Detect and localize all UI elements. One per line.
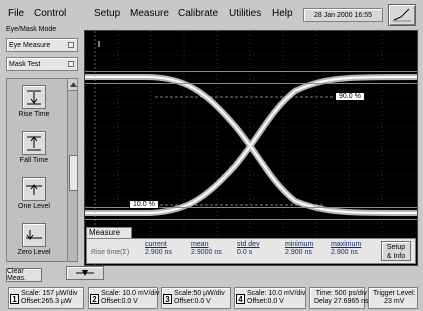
chevron-down-icon bbox=[68, 61, 74, 67]
zero-level-label: Zero Level bbox=[17, 249, 51, 256]
arrow-down-icon bbox=[76, 270, 94, 276]
channel-4-offset: Offset:0.0 V bbox=[247, 298, 284, 305]
channel-4-number: 4 bbox=[236, 294, 245, 304]
one-level-button[interactable]: One Level bbox=[9, 175, 59, 221]
trigger-label: Trigger Level: bbox=[373, 290, 416, 297]
scroll-arrow-button[interactable] bbox=[66, 266, 104, 280]
channel-2-scale: Scale: 10.0 mV/div bbox=[101, 290, 160, 297]
marker-90-percent: 90.0 % bbox=[335, 92, 365, 101]
toolbox-scrollbar[interactable] bbox=[67, 79, 77, 261]
menu-measure[interactable]: Measure bbox=[130, 8, 169, 19]
chevron-down-icon bbox=[68, 42, 74, 48]
value-mean: 2.9000 ns bbox=[191, 249, 222, 256]
date-time-display: 28 Jan 2000 16:55 bbox=[303, 8, 383, 22]
eye-mask-mode-label: Eye/Mask Mode bbox=[6, 26, 57, 33]
eye-measure-select[interactable]: Eye Measure bbox=[6, 38, 78, 52]
one-level-icon bbox=[22, 177, 46, 201]
mask-test-select-value: Mask Test bbox=[9, 60, 41, 68]
scroll-up-icon[interactable] bbox=[68, 79, 77, 91]
zero-level-button[interactable]: Zero Level bbox=[9, 221, 59, 261]
measurement-toolbox: Rise Time Fall Time One Level Zero Level bbox=[6, 78, 78, 262]
channel-3-offset: Offset:0.0 V bbox=[174, 298, 211, 305]
fall-time-label: Fall Time bbox=[19, 157, 49, 164]
waveform-display-button[interactable] bbox=[388, 4, 416, 26]
header-mean: mean bbox=[191, 241, 209, 248]
timebase-status[interactable]: Time: 500 ps/div Delay 27.6965 ns bbox=[309, 287, 369, 309]
channel-3-status[interactable]: 3 Scale:50 µW/div Offset:0.0 V bbox=[161, 287, 231, 309]
channel-1-status[interactable]: 1 Scale: 157 µW/div Offset:265.3 µW bbox=[8, 287, 84, 309]
clear-measurements-button[interactable]: Clear Meas. bbox=[6, 268, 42, 282]
rise-time-label: Rise Time bbox=[18, 111, 50, 118]
channel-4-status[interactable]: 4 Scale: 10.0 mV/div Offset:0.0 V bbox=[234, 287, 306, 309]
eye-measure-select-value: Eye Measure bbox=[9, 41, 51, 49]
waveform-icon bbox=[393, 8, 411, 22]
scrollbar-thumb[interactable] bbox=[69, 155, 77, 191]
trigger-status[interactable]: Trigger Level: 23 mV bbox=[368, 287, 418, 309]
waveform-display[interactable]: 90.0 % 10.0 % bbox=[84, 30, 418, 266]
rise-time-button[interactable]: Rise Time bbox=[9, 83, 59, 129]
measure-panel: Rise time(Σ) current mean std dev minimu… bbox=[86, 238, 416, 264]
measurement-name: Rise time(Σ) bbox=[91, 249, 130, 256]
value-std-dev: 0.0 s bbox=[237, 249, 253, 256]
marker-10-percent: 10.0 % bbox=[129, 200, 159, 209]
setup-info-line2: & Info bbox=[386, 253, 406, 260]
header-current: current bbox=[145, 241, 167, 248]
channel-1-scale: Scale: 157 µW/div bbox=[21, 290, 78, 297]
channel-2-status[interactable]: 2 Scale: 10.0 mV/div Offset:0.0 V bbox=[88, 287, 160, 309]
menu-bar: File Control Setup Measure Calibrate Uti… bbox=[0, 0, 423, 26]
channel-3-number: 3 bbox=[163, 294, 172, 304]
setup-info-button[interactable]: Setup & Info bbox=[381, 241, 411, 261]
zero-level-icon bbox=[22, 223, 46, 247]
fall-time-icon bbox=[22, 131, 46, 155]
timebase-delay: Delay 27.6965 ns bbox=[314, 298, 369, 305]
channel-1-offset: Offset:265.3 µW bbox=[21, 298, 72, 305]
timebase-scale: Time: 500 ps/div bbox=[315, 290, 367, 297]
menu-control[interactable]: Control bbox=[34, 8, 66, 19]
menu-utilities[interactable]: Utilities bbox=[229, 8, 261, 19]
header-maximum: maximum bbox=[331, 241, 362, 248]
header-std-dev: std dev bbox=[237, 241, 260, 248]
channel-3-scale: Scale:50 µW/div bbox=[174, 290, 225, 297]
channel-4-scale: Scale: 10.0 mV/div bbox=[247, 290, 306, 297]
setup-info-line1: Setup bbox=[386, 244, 406, 251]
eye-diagram bbox=[85, 31, 417, 265]
channel-2-offset: Offset:0.0 V bbox=[101, 298, 138, 305]
header-minimum: minimum bbox=[285, 241, 314, 248]
rise-time-icon bbox=[22, 85, 46, 109]
menu-calibrate[interactable]: Calibrate bbox=[178, 8, 218, 19]
trigger-value: 23 mV bbox=[384, 298, 405, 305]
channel-2-number: 2 bbox=[90, 294, 99, 304]
menu-help[interactable]: Help bbox=[272, 8, 293, 19]
channel-1-number: 1 bbox=[10, 294, 19, 304]
value-current: 2.900 ns bbox=[145, 249, 172, 256]
value-minimum: 2.900 ns bbox=[285, 249, 312, 256]
fall-time-button[interactable]: Fall Time bbox=[9, 129, 59, 175]
one-level-label: One Level bbox=[18, 203, 50, 210]
mask-test-select[interactable]: Mask Test bbox=[6, 57, 78, 71]
menu-file[interactable]: File bbox=[8, 8, 24, 19]
menu-setup[interactable]: Setup bbox=[94, 8, 120, 19]
value-maximum: 2.900 ns bbox=[331, 249, 358, 256]
